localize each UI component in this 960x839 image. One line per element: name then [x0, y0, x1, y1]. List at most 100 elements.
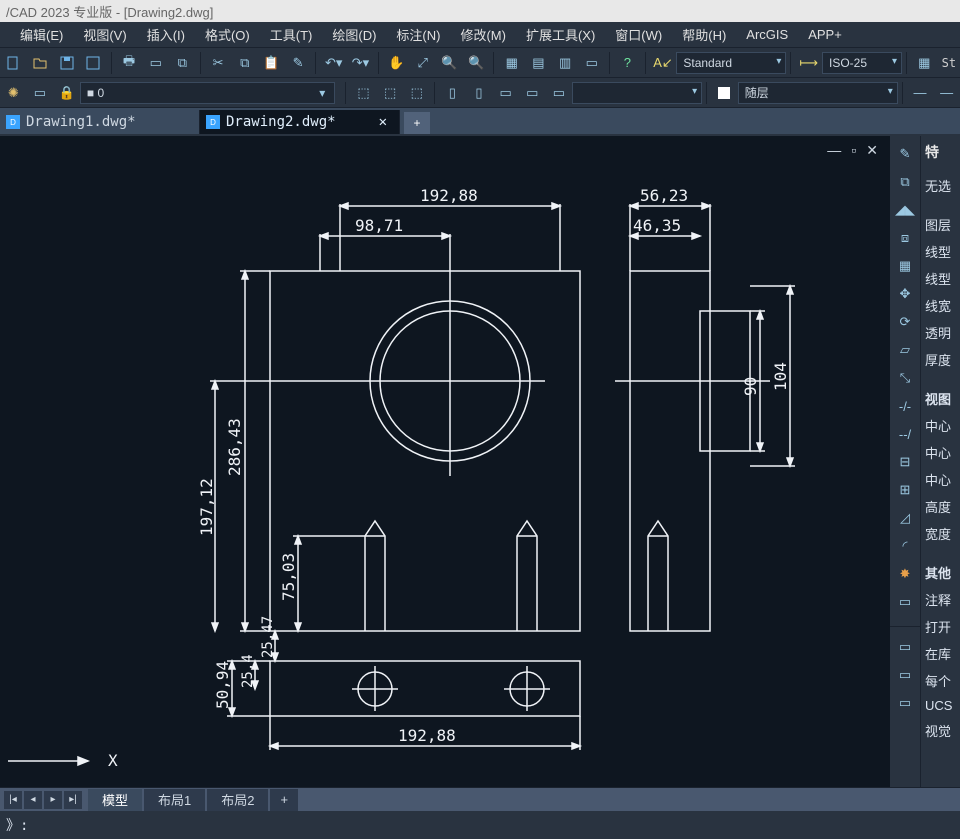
menu-view[interactable]: 视图(V) [75, 22, 134, 47]
menu-insert[interactable]: 插入(I) [139, 22, 193, 47]
nav-prev-icon[interactable]: ◂ [24, 791, 42, 809]
layer-flag2-icon[interactable]: ▭ [29, 81, 52, 105]
props-ucs[interactable]: UCS [921, 694, 960, 717]
print-icon[interactable]: 🖶 [118, 51, 141, 75]
saveas-icon[interactable] [82, 51, 105, 75]
vp-icon3[interactable]: ▭ [494, 81, 517, 105]
props-ltype[interactable]: 线型 [921, 238, 960, 265]
ltype-combo-icon[interactable]: — [909, 81, 932, 105]
offset-icon[interactable]: ⧈ [892, 225, 918, 251]
menu-tools[interactable]: 工具(T) [262, 22, 321, 47]
menu-help[interactable]: 帮助(H) [674, 22, 734, 47]
array-icon[interactable]: ▦ [892, 253, 918, 279]
undo-icon[interactable]: ↶▾ [322, 51, 345, 75]
save-icon[interactable] [55, 51, 78, 75]
tool-extra-1-icon[interactable]: ▭ [892, 634, 918, 660]
stretch-icon[interactable]: ⤡ [892, 365, 918, 391]
copy-obj-icon[interactable]: ⧉ [892, 169, 918, 195]
props-ltype2[interactable]: 线型 [921, 265, 960, 292]
nav-last-icon[interactable]: ▸| [64, 791, 82, 809]
align-icon[interactable]: ▭ [892, 589, 918, 615]
tab-layout1[interactable]: 布局1 [144, 789, 205, 811]
close-tab-icon[interactable]: ✕ [369, 114, 387, 130]
extend-icon[interactable]: --/ [892, 421, 918, 447]
scale-icon[interactable]: ▱ [892, 337, 918, 363]
move-icon[interactable]: ✥ [892, 281, 918, 307]
text-style-icon[interactable]: A↙ [652, 51, 675, 75]
explode-icon[interactable]: ✸ [892, 561, 918, 587]
zoom-prev-icon[interactable]: 🔍 [465, 51, 488, 75]
props-icon[interactable]: ▦ [500, 51, 523, 75]
props-insitu[interactable]: 在库 [921, 640, 960, 667]
color-swatch[interactable] [713, 81, 736, 105]
menu-app[interactable]: APP+ [800, 24, 850, 45]
rotate-icon[interactable]: ⟳ [892, 309, 918, 335]
dim-style-icon[interactable]: ⟼ [797, 51, 820, 75]
props-thick[interactable]: 厚度 [921, 346, 960, 373]
props-height[interactable]: 高度 [921, 493, 960, 520]
tab-add-layout[interactable]: + [270, 789, 298, 811]
props-c2[interactable]: 中心 [921, 439, 960, 466]
menu-draw[interactable]: 绘图(D) [324, 22, 384, 47]
props-anno[interactable]: 注释 [921, 586, 960, 613]
menu-arcgis[interactable]: ArcGIS [738, 24, 796, 45]
layer-iso-icon[interactable]: ⬚ [352, 81, 375, 105]
ltype-combo-icon2[interactable]: — [935, 81, 958, 105]
props-lweight[interactable]: 线宽 [921, 292, 960, 319]
zoom-win-icon[interactable]: 🔍 [438, 51, 461, 75]
trim-icon[interactable]: -/- [892, 393, 918, 419]
new-tab-button[interactable]: + [404, 112, 430, 134]
props-each[interactable]: 每个 [921, 667, 960, 694]
erase-icon[interactable]: ✎ [892, 141, 918, 167]
vp-icon2[interactable]: ▯ [468, 81, 491, 105]
tool-extra-2-icon[interactable]: ▭ [892, 662, 918, 688]
mirror-icon[interactable]: ◢◣ [892, 197, 918, 223]
layer-flag1-icon[interactable]: ✺ [2, 81, 25, 105]
viewport-combo[interactable] [572, 82, 702, 104]
doc-tab-1[interactable]: D Drawing1.dwg* [0, 110, 200, 134]
lock-icon[interactable]: 🔒 [55, 81, 78, 105]
command-line[interactable]: 》: [0, 811, 960, 839]
redo-icon[interactable]: ↷▾ [349, 51, 372, 75]
break-icon[interactable]: ⊟ [892, 449, 918, 475]
props-c1[interactable]: 中心 [921, 412, 960, 439]
props-c3[interactable]: 中心 [921, 466, 960, 493]
copy-icon[interactable]: ⧉ [233, 51, 256, 75]
chamfer-icon[interactable]: ◿ [892, 505, 918, 531]
layer-prev-icon[interactable]: ⬚ [379, 81, 402, 105]
tab-layout2[interactable]: 布局2 [207, 789, 268, 811]
vp-icon4[interactable]: ▭ [521, 81, 544, 105]
menu-modify[interactable]: 修改(M) [452, 22, 514, 47]
menu-dim[interactable]: 标注(N) [388, 22, 448, 47]
help-icon[interactable]: ? [616, 51, 639, 75]
props-viz[interactable]: 视觉 [921, 717, 960, 744]
layer-combo[interactable] [80, 82, 335, 104]
join-icon[interactable]: ⊞ [892, 477, 918, 503]
menu-edit[interactable]: 编辑(E) [12, 22, 71, 47]
nav-next-icon[interactable]: ▸ [44, 791, 62, 809]
match-icon[interactable]: ✎ [287, 51, 310, 75]
vp-icon5[interactable]: ▭ [548, 81, 571, 105]
publish-icon[interactable]: ⧉ [171, 51, 194, 75]
props-trans[interactable]: 透明 [921, 319, 960, 346]
preview-icon[interactable]: ▭ [144, 51, 167, 75]
menu-ext[interactable]: 扩展工具(X) [518, 22, 603, 47]
props-width[interactable]: 宽度 [921, 520, 960, 547]
vp-icon1[interactable]: ▯ [441, 81, 464, 105]
dsgn-icon[interactable]: ▤ [527, 51, 550, 75]
drawing-canvas[interactable]: — ▫ ✕ [0, 136, 890, 787]
fillet-icon[interactable]: ◜ [892, 533, 918, 559]
menu-format[interactable]: 格式(O) [197, 22, 258, 47]
pan-icon[interactable]: ✋ [385, 51, 408, 75]
cut-icon[interactable]: ✂ [207, 51, 230, 75]
layer-state-icon[interactable]: ⬚ [405, 81, 428, 105]
nav-first-icon[interactable]: |◂ [4, 791, 22, 809]
doc-tab-2[interactable]: D Drawing2.dwg* ✕ [200, 110, 400, 134]
tab-model[interactable]: 模型 [88, 789, 142, 811]
new-icon[interactable] [2, 51, 25, 75]
color-combo[interactable]: 随层 [738, 82, 898, 104]
dim-style-dropdown[interactable]: ISO-25 [822, 52, 902, 74]
props-layer[interactable]: 图层 [921, 211, 960, 238]
zoom-rt-icon[interactable]: ⤢ [411, 51, 434, 75]
menu-window[interactable]: 窗口(W) [607, 22, 670, 47]
